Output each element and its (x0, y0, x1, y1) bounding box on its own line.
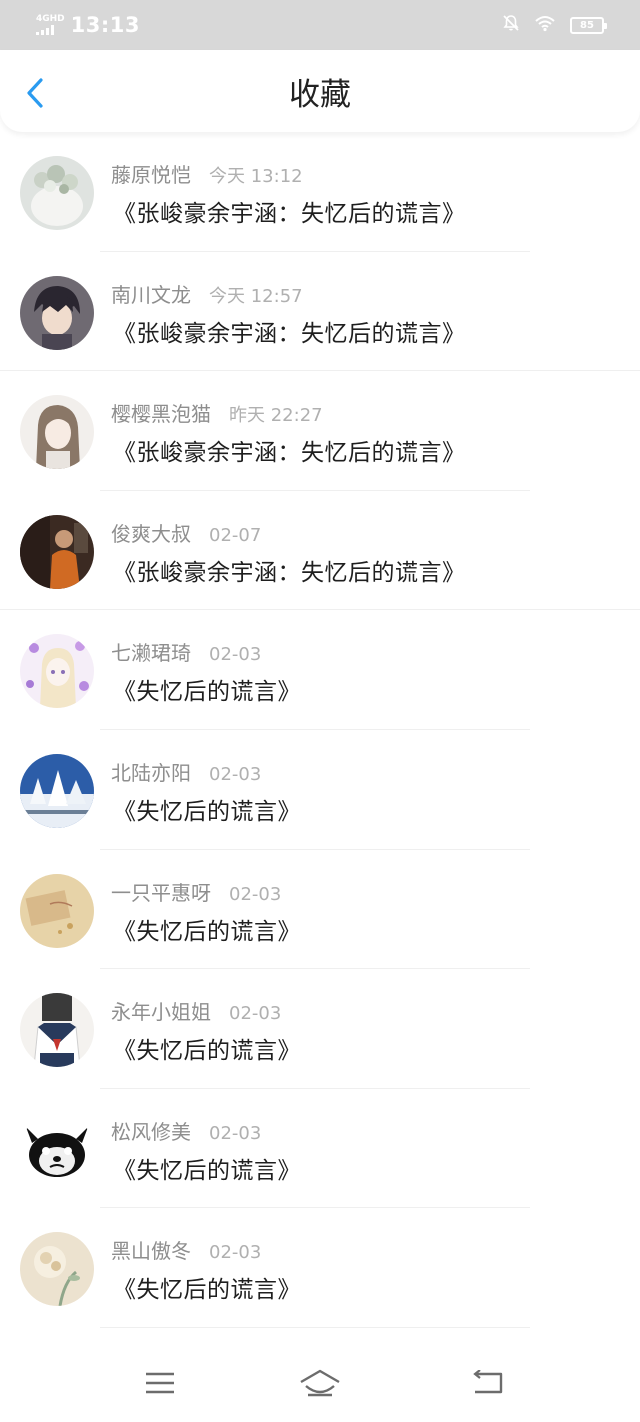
list-item[interactable]: 黑山傲冬 02-03 《失忆后的谎言》 (0, 1208, 640, 1328)
avatar (20, 156, 94, 230)
favorite-title: 《张峻豪余宇涵：失忆后的谎言》 (113, 440, 466, 467)
timestamp: 02-03 (209, 1122, 262, 1144)
list-item[interactable]: 松风修美 02-03 《失忆后的谎言》 (0, 1089, 640, 1209)
favorite-title: 《张峻豪余宇涵：失忆后的谎言》 (113, 559, 466, 586)
back-icon (473, 1370, 503, 1394)
favorites-list: 藤原悦恺 今天 13:12 《张峻豪余宇涵：失忆后的谎言》 南川文龙 今天 12… (0, 132, 640, 1328)
wifi-icon (534, 14, 556, 36)
timestamp: 02-03 (209, 1242, 262, 1264)
avatar (20, 873, 94, 948)
timestamp: 02-03 (229, 883, 282, 905)
avatar (20, 395, 94, 470)
timestamp: 今天 13:12 (209, 166, 303, 187)
timestamp: 昨天 22:27 (229, 405, 323, 427)
favorite-title: 《失忆后的谎言》 (113, 679, 301, 706)
username: 松风修美 (111, 1119, 191, 1144)
timestamp: 02-03 (209, 763, 262, 785)
status-bar: 4GHD 13:13 85 (0, 0, 640, 50)
system-navigation-bar (0, 1350, 640, 1422)
username: 永年小姐姐 (111, 1000, 211, 1025)
list-item[interactable]: 一只平惠呀 02-03 《失忆后的谎言》 (0, 850, 640, 970)
page-title: 收藏 (289, 76, 351, 113)
username: 俊爽大叔 (111, 521, 191, 546)
avatar (20, 634, 94, 709)
username: 南川文龙 (111, 282, 191, 307)
username: 藤原悦恺 (111, 163, 191, 187)
favorite-title: 《失忆后的谎言》 (113, 798, 301, 825)
avatar (20, 1112, 94, 1187)
status-time: 13:13 (70, 13, 141, 37)
cellular-signal-icon: 4GHD (36, 15, 65, 35)
network-type-label: 4GHD (36, 14, 65, 24)
favorite-title: 《失忆后的谎言》 (113, 1038, 301, 1065)
username: 北陆亦阳 (111, 760, 191, 785)
username: 樱樱黑泡猫 (111, 402, 211, 427)
menu-icon (146, 1372, 174, 1394)
list-item[interactable]: 南川文龙 今天 12:57 《张峻豪余宇涵：失忆后的谎言》 (0, 252, 640, 372)
list-item[interactable]: 俊爽大叔 02-07 《张峻豪余宇涵：失忆后的谎言》 (0, 491, 640, 611)
battery-icon: 85 (570, 16, 607, 34)
username: 黑山傲冬 (111, 1239, 191, 1264)
notifications-muted-icon (502, 14, 520, 36)
username: 一只平惠呀 (111, 880, 211, 905)
timestamp: 02-07 (209, 524, 262, 546)
list-item[interactable]: 永年小姐姐 02-03 《失忆后的谎言》 (0, 969, 640, 1089)
username: 七濑珺琦 (111, 641, 191, 666)
favorite-title: 《失忆后的谎言》 (113, 1277, 301, 1304)
list-item[interactable]: 北陆亦阳 02-03 《失忆后的谎言》 (0, 730, 640, 850)
avatar (20, 753, 94, 828)
home-icon (300, 1369, 340, 1397)
favorite-title: 《张峻豪余宇涵：失忆后的谎言》 (113, 320, 466, 347)
home-button[interactable] (296, 1368, 344, 1398)
avatar (20, 1232, 94, 1307)
favorite-title: 《失忆后的谎言》 (113, 918, 301, 945)
menu-button[interactable] (140, 1368, 180, 1398)
timestamp: 02-03 (209, 644, 262, 666)
divider (100, 1326, 530, 1328)
avatar (20, 275, 94, 350)
list-item[interactable]: 樱樱黑泡猫 昨天 22:27 《张峻豪余宇涵：失忆后的谎言》 (0, 371, 640, 491)
list-item[interactable]: 七濑珺琦 02-03 《失忆后的谎言》 (0, 610, 640, 730)
system-back-button[interactable] (466, 1368, 510, 1398)
timestamp: 02-03 (229, 1003, 282, 1025)
avatar (20, 993, 94, 1068)
top-app-bar: 收藏 (0, 50, 640, 132)
list-item[interactable]: 藤原悦恺 今天 13:12 《张峻豪余宇涵：失忆后的谎言》 (0, 132, 640, 252)
avatar (20, 514, 94, 589)
favorite-title: 《张峻豪余宇涵：失忆后的谎言》 (113, 201, 466, 227)
timestamp: 今天 12:57 (209, 285, 303, 307)
favorite-title: 《失忆后的谎言》 (113, 1157, 301, 1184)
